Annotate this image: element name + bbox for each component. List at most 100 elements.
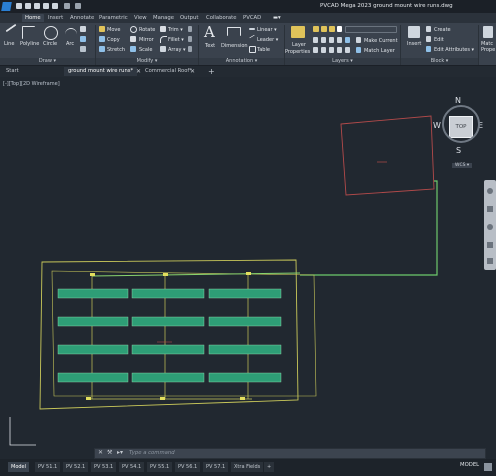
compass-west[interactable]: W — [433, 121, 441, 130]
mirror-button[interactable]: Mirror — [139, 37, 154, 43]
doc-tab-ground-mount[interactable]: ground mount wire runs* — [64, 67, 138, 76]
layer-tool-icon[interactable] — [345, 37, 350, 43]
undo-icon[interactable] — [64, 3, 70, 9]
layer-tool-icon[interactable] — [329, 47, 334, 53]
tab-output[interactable]: Output — [177, 14, 201, 22]
layer-tool-icon[interactable] — [345, 47, 350, 53]
layer-tool-icon[interactable] — [337, 47, 342, 53]
viewport-controls[interactable]: [-][Top][2D Wireframe] — [3, 81, 60, 87]
viewcube-ring[interactable] — [442, 105, 480, 143]
ribbon-toggle-icon[interactable]: ▬▾ — [270, 14, 284, 22]
erase-icon[interactable] — [188, 26, 192, 32]
polyline-button[interactable]: Polyline — [20, 41, 39, 47]
text-button[interactable]: Text — [205, 43, 215, 49]
layer-tool-icon[interactable] — [313, 47, 318, 53]
linear-button[interactable]: Linear ▾ — [257, 27, 277, 33]
layer-tool-icon[interactable] — [337, 37, 342, 43]
drawing-canvas[interactable] — [0, 77, 496, 458]
tab-annotate[interactable]: Annotate — [67, 14, 97, 22]
match-layer-button[interactable]: Match Layer — [364, 48, 395, 54]
command-input[interactable]: Type a command — [129, 450, 175, 456]
layout-tab[interactable]: PV 54.1 — [119, 462, 145, 472]
compass-north[interactable]: N — [455, 96, 461, 105]
tab-parametric[interactable]: Parametric — [96, 14, 131, 22]
layer-properties-label-1[interactable]: Layer — [292, 42, 306, 48]
move-button[interactable]: Move — [107, 27, 120, 33]
recent-commands-icon[interactable]: ▸▾ — [117, 449, 123, 456]
explode-icon[interactable] — [188, 36, 192, 42]
line-icon[interactable] — [5, 23, 17, 33]
layer-tool-icon[interactable] — [313, 37, 318, 43]
tab-view[interactable]: View — [131, 14, 150, 22]
grid-icon[interactable] — [484, 463, 492, 471]
table-button[interactable]: Table — [257, 47, 270, 53]
copy-button[interactable]: Copy — [107, 37, 120, 43]
tab-manage[interactable]: Manage — [150, 14, 177, 22]
save-as-icon[interactable] — [43, 3, 49, 9]
layer-color-swatch[interactable] — [337, 26, 342, 32]
annotation-panel-label[interactable]: Annotation ▾ — [199, 58, 284, 65]
dimension-icon[interactable] — [227, 27, 241, 36]
tab-home[interactable]: Home — [22, 14, 44, 22]
redo-icon[interactable] — [75, 3, 81, 9]
create-button[interactable]: Create — [434, 27, 451, 33]
model-space-indicator[interactable]: MODEL — [460, 462, 479, 468]
layout-tab[interactable]: PV 57.1 — [203, 462, 229, 472]
compass-south[interactable]: S — [456, 146, 461, 155]
layer-properties-icon[interactable] — [291, 26, 305, 38]
orbit-icon[interactable] — [487, 242, 493, 248]
insert-button[interactable]: Insert — [407, 41, 421, 47]
tab-insert[interactable]: Insert — [45, 14, 66, 22]
close-icon[interactable]: ✕ — [190, 68, 195, 77]
match-properties-button[interactable]: Matc Prope — [481, 41, 496, 53]
wcs-menu[interactable]: WCS ▾ — [452, 163, 473, 168]
rotate-button[interactable]: Rotate — [139, 27, 155, 33]
leader-button[interactable]: Leader ▾ — [257, 37, 278, 43]
navigation-bar[interactable] — [484, 180, 496, 270]
draw-panel-label[interactable]: Draw ▾ — [0, 58, 95, 65]
modify-panel-label[interactable]: Modify ▾ — [96, 58, 198, 65]
layer-freeze-icon[interactable] — [321, 26, 327, 32]
array-button[interactable]: Array ▾ — [168, 47, 186, 53]
arc-button[interactable]: Arc — [66, 41, 74, 47]
circle-icon[interactable] — [44, 26, 58, 40]
hatch-icon[interactable] — [80, 36, 86, 42]
offset-icon[interactable] — [188, 46, 192, 52]
scale-button[interactable]: Scale — [139, 47, 152, 53]
layout-tab[interactable]: PV 51.1 — [35, 462, 61, 472]
layers-panel-label[interactable]: Layers ▾ — [285, 58, 400, 65]
block-panel-label[interactable]: Block ▾ — [401, 58, 478, 65]
layout-tab-model[interactable]: Model — [8, 462, 30, 472]
print-icon[interactable] — [52, 3, 58, 9]
open-icon[interactable] — [25, 3, 31, 9]
tab-pvcad[interactable]: PVCAD — [240, 14, 264, 22]
add-layout-button[interactable]: + — [264, 462, 275, 472]
layout-tab[interactable]: PV 53.1 — [91, 462, 117, 472]
make-current-button[interactable]: Make Current — [364, 38, 398, 44]
layer-tool-icon[interactable] — [321, 47, 326, 53]
arc-icon[interactable] — [65, 28, 77, 41]
showmotion-icon[interactable] — [487, 258, 493, 264]
insert-icon[interactable] — [408, 26, 420, 38]
layout-tab[interactable]: PV 55.1 — [147, 462, 173, 472]
line-button[interactable]: Line — [4, 41, 14, 47]
stretch-button[interactable]: Stretch — [107, 47, 125, 53]
trim-button[interactable]: Trim ▾ — [168, 27, 183, 33]
text-icon[interactable]: A — [204, 25, 216, 40]
rectangle-icon[interactable] — [80, 26, 86, 32]
edit-attributes-button[interactable]: Edit Attributes ▾ — [434, 47, 474, 53]
layer-lock-icon[interactable] — [329, 26, 335, 32]
app-icon[interactable] — [1, 2, 12, 11]
tab-collaborate[interactable]: Collaborate — [203, 14, 240, 22]
steering-wheel-icon[interactable] — [487, 188, 493, 194]
layout-tab[interactable]: PV 52.1 — [63, 462, 89, 472]
polyline-icon[interactable] — [22, 26, 35, 39]
layer-properties-label-2[interactable]: Properties — [285, 49, 310, 55]
boundary-icon[interactable] — [80, 46, 86, 52]
layer-on-icon[interactable] — [313, 26, 319, 32]
new-tab-plus-icon[interactable]: + — [204, 67, 219, 76]
pan-icon[interactable] — [487, 206, 493, 212]
command-line[interactable]: ✕ ⚒ ▸▾ Type a command — [94, 448, 486, 459]
new-icon[interactable] — [16, 3, 22, 9]
dimension-button[interactable]: Dimension — [221, 43, 248, 49]
